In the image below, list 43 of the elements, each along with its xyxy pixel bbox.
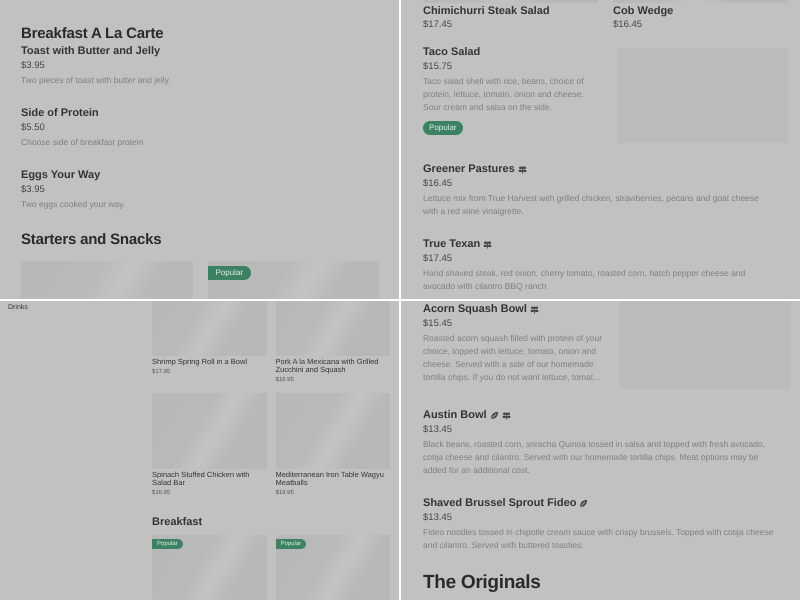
item-name: True Texan — [423, 237, 480, 251]
sprig-icon — [483, 240, 492, 248]
item-price: $5.50 — [21, 121, 46, 135]
item-description: Lettuce mix from True Harvest with grilled chicken, strawberries, pecans and goat cheese with a red wine vinaigrette. — [423, 192, 760, 218]
item-description: Choose side of breakfast protein — [21, 136, 144, 149]
item-description: Fideo noodles tossed in chipotle cream sauce with crispy brussels. Topped with cotija cheese and cilantro. Served with buttered toasties. — [423, 526, 774, 552]
item-price: $15.75 — [423, 60, 454, 74]
section-heading: Breakfast — [152, 515, 204, 529]
item-price: $17.45 — [423, 252, 454, 266]
item-price: $13.45 — [423, 423, 454, 437]
item-name: Eggs Your Way — [21, 168, 100, 182]
item-name: Austin Bowl — [423, 408, 487, 422]
item-price: $15.45 — [423, 317, 454, 331]
popular-badge: Popular — [423, 121, 463, 135]
item-description: Two pieces of toast with butter and jelly. — [21, 74, 172, 87]
item-name: Cob Wedge — [613, 4, 674, 18]
item-price: $17.45 — [423, 18, 454, 32]
sprig-icon — [502, 410, 511, 420]
leaf-icon — [579, 498, 588, 508]
sprig-icon — [518, 164, 527, 174]
item-price: $3.95 — [21, 183, 46, 197]
item-name: Shaved Brussel Sprout Fideo — [423, 496, 576, 510]
item-price: $16.45 — [613, 18, 644, 32]
leaf-icon — [490, 410, 499, 420]
item-description: Black beans, roasted corn, sriracha Quinoa tossed in salsa and topped with fresh avocado, cotija cheese and cilantro. Served with our homemade tortilla chips. Meat options may be added for an additional cost. — [423, 438, 766, 477]
sprig-icon — [530, 304, 539, 314]
section-heading: Breakfast A La Carte — [21, 24, 164, 44]
item-description: Two eggs cooked your way. — [21, 198, 126, 211]
item-name: Taco Salad — [423, 45, 480, 59]
item-name: Acorn Squash Bowl — [423, 302, 527, 316]
item-name: Chimichurri Steak Salad — [423, 4, 551, 18]
item-price: $13.45 — [423, 511, 454, 525]
popular-badge: Popular — [208, 266, 252, 280]
section-heading: The Originals — [423, 571, 542, 595]
item-price: $16.45 — [423, 177, 454, 191]
item-name: Greener Pastures — [423, 162, 515, 176]
item-price: $3.95 — [21, 59, 46, 73]
item-name: Toast with Butter and Jelly — [21, 44, 160, 58]
item-description: Hand shaved steak, red onion, cherry tomato, roasted corn, hatch pepper cheese and avocado with cilantro BBQ ranch — [423, 267, 746, 293]
item-name: Side of Protein — [21, 106, 99, 120]
item-description: Taco salad shell with rice, beans, choice of protein, lettuce, tomato, onion and cheese. Sour cream and salsa on the side. — [423, 75, 585, 114]
item-description: Roasted acorn squash filled with protein of your choice, topped with lettuce, tomato, onion and cheese. Served with a side of our homemade tortilla chips. If you do not want lettuce, tomat... — [423, 332, 604, 384]
section-heading: Starters and Snacks — [21, 230, 162, 250]
